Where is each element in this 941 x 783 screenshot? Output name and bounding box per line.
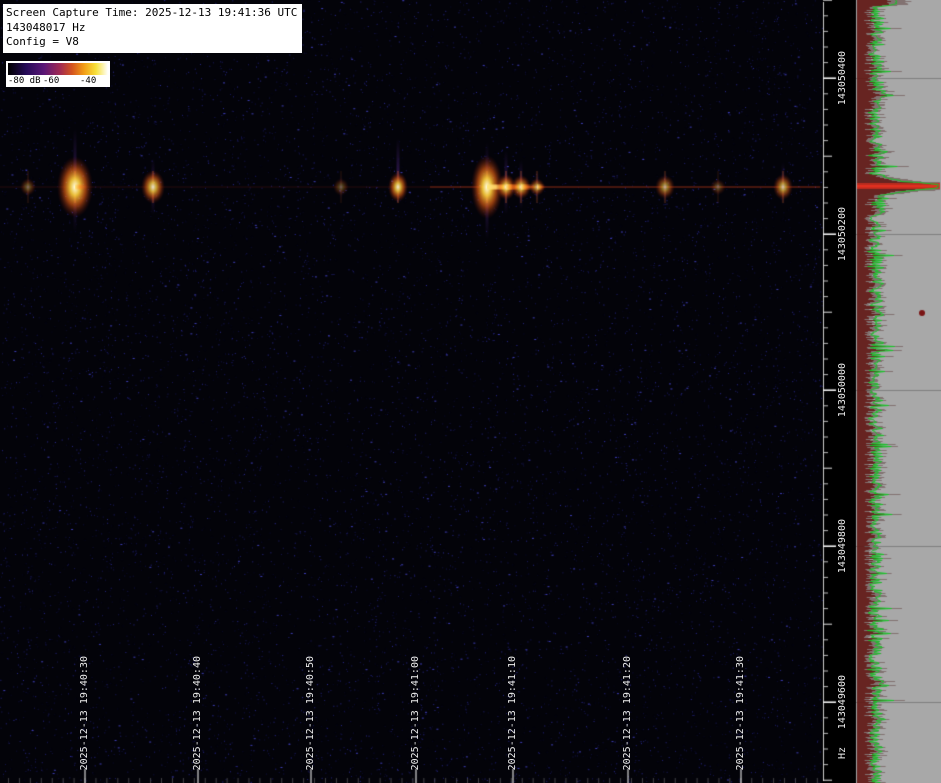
frequency-axis-label: 143049800 (837, 519, 848, 573)
frequency-axis-label: 143050000 (837, 363, 848, 417)
time-axis-label: 2025-12-13 19:41:10 (507, 656, 518, 770)
frequency-unit-label: Hz (837, 747, 848, 759)
color-scale-gradient (8, 63, 108, 75)
color-scale-legend: -80 dB -60 -40 (6, 61, 110, 87)
time-axis-label: 2025-12-13 19:40:40 (192, 656, 203, 770)
frequency-axis-label: 143050400 (837, 51, 848, 105)
config-text: Config = V8 (6, 35, 297, 50)
db-label-max: -40 (80, 76, 96, 86)
spectrogram-app-window: Screen Capture Time: 2025-12-13 19:41:36… (0, 0, 941, 783)
time-axis-label: 2025-12-13 19:40:50 (305, 656, 316, 770)
time-axis-label: 2025-12-13 19:40:30 (79, 656, 90, 770)
time-axis-label: 2025-12-13 19:41:00 (410, 656, 421, 770)
frequency-axis-label: 143050200 (837, 207, 848, 261)
color-scale-labels: -80 dB -60 -40 (8, 75, 108, 86)
spectrogram-canvas (0, 0, 941, 783)
frequency-axis-label: 143049600 (837, 675, 848, 729)
time-axis-label: 2025-12-13 19:41:20 (622, 656, 633, 770)
capture-time-text: Screen Capture Time: 2025-12-13 19:41:36… (6, 6, 297, 21)
center-frequency-text: 143048017 Hz (6, 21, 297, 36)
db-label-min: -80 dB (8, 76, 41, 86)
capture-info-box: Screen Capture Time: 2025-12-13 19:41:36… (3, 4, 302, 53)
time-axis-label: 2025-12-13 19:41:30 (735, 656, 746, 770)
db-label-mid: -60 (43, 76, 59, 86)
